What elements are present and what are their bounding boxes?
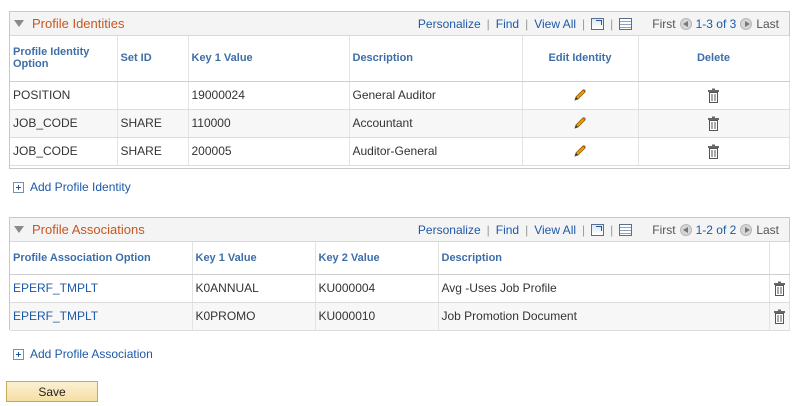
zoom-grid-icon[interactable] [591, 17, 605, 30]
profile-identities-grid: Profile Identities Personalize | Find | … [9, 11, 790, 169]
table-row: JOB_CODE SHARE 110000 Accountant [10, 109, 790, 138]
col-header: Edit Identity [522, 36, 639, 82]
col-header: Key 1 Value [188, 36, 350, 82]
col-header: Set ID [117, 36, 189, 82]
table-row: EPERF_TMPLT K0ANNUAL KU000004 Avg -Uses … [10, 274, 790, 303]
last-label: Last [756, 222, 779, 237]
cell-setid [117, 81, 189, 110]
profile-associations-header: Profile Associations Personalize | Find … [10, 218, 789, 242]
grid-title: Profile Associations [32, 222, 145, 237]
cell-description: Auditor-General [349, 137, 523, 166]
grid-title: Profile Identities [32, 16, 125, 31]
delete-trash-icon[interactable] [773, 281, 786, 296]
grid-toolbar: Personalize | Find | View All | | First … [417, 16, 779, 31]
first-label: First [652, 222, 676, 237]
table-row: JOB_CODE SHARE 200005 Auditor-General [10, 137, 790, 166]
edit-pencil-icon[interactable] [573, 88, 587, 102]
next-row-icon[interactable] [740, 223, 753, 236]
row-range: 1-2 of 2 [695, 222, 737, 237]
find-link[interactable]: Find [496, 17, 519, 31]
collapse-triangle-icon[interactable] [14, 20, 24, 27]
save-button[interactable]: Save [6, 381, 98, 402]
personalize-link[interactable]: Personalize [418, 223, 481, 237]
col-header: Profile Association Option [10, 242, 193, 275]
delete-trash-icon[interactable] [707, 88, 720, 103]
delete-trash-icon[interactable] [773, 309, 786, 324]
download-spreadsheet-icon[interactable] [619, 17, 633, 30]
cell-option-link[interactable]: EPERF_TMPLT [10, 274, 193, 303]
cell-setid: SHARE [117, 109, 189, 138]
delete-trash-icon[interactable] [707, 144, 720, 159]
download-spreadsheet-icon[interactable] [619, 223, 633, 236]
add-plus-icon [13, 181, 24, 193]
col-header: Profile Identity Option [10, 36, 118, 82]
row-range: 1-3 of 3 [695, 16, 737, 31]
add-label: Add Profile Association [30, 347, 153, 361]
add-plus-icon [13, 348, 24, 360]
cell-setid: SHARE [117, 137, 189, 166]
cell-key1: K0ANNUAL [192, 274, 316, 303]
edit-pencil-icon[interactable] [573, 116, 587, 130]
cell-key1: 110000 [188, 109, 350, 138]
find-link[interactable]: Find [496, 223, 519, 237]
previous-row-icon[interactable] [679, 223, 692, 236]
cell-description: Avg -Uses Job Profile [438, 274, 770, 303]
table-row: POSITION 19000024 General Auditor [10, 81, 790, 110]
cell-option: POSITION [10, 81, 118, 110]
cell-description: General Auditor [349, 81, 523, 110]
delete-trash-icon[interactable] [707, 116, 720, 131]
view-all-link[interactable]: View All [534, 223, 576, 237]
zoom-grid-icon[interactable] [591, 223, 605, 236]
cell-key1: K0PROMO [192, 302, 316, 331]
col-header: Key 2 Value [315, 242, 439, 275]
previous-row-icon[interactable] [679, 17, 692, 30]
profile-identities-table: Profile Identity Option Set ID Key 1 Val… [10, 36, 790, 166]
cell-description: Accountant [349, 109, 523, 138]
col-header: Delete [638, 36, 790, 82]
cell-key2: KU000004 [315, 274, 439, 303]
last-label: Last [756, 16, 779, 31]
personalize-link[interactable]: Personalize [418, 17, 481, 31]
col-header: Key 1 Value [192, 242, 316, 275]
col-header: Description [438, 242, 770, 275]
first-label: First [652, 16, 676, 31]
view-all-link[interactable]: View All [534, 17, 576, 31]
edit-pencil-icon[interactable] [573, 144, 587, 158]
add-profile-identity-link[interactable]: Add Profile Identity [13, 180, 131, 194]
cell-description: Job Promotion Document [438, 302, 770, 331]
profile-identities-header: Profile Identities Personalize | Find | … [10, 12, 789, 36]
next-row-icon[interactable] [740, 17, 753, 30]
cell-option-link[interactable]: EPERF_TMPLT [10, 302, 193, 331]
add-label: Add Profile Identity [30, 180, 131, 194]
profile-associations-grid: Profile Associations Personalize | Find … [9, 217, 790, 331]
cell-option: JOB_CODE [10, 109, 118, 138]
cell-key1: 200005 [188, 137, 350, 166]
profile-associations-table: Profile Association Option Key 1 Value K… [10, 242, 790, 331]
add-profile-association-link[interactable]: Add Profile Association [13, 347, 153, 361]
cell-key1: 19000024 [188, 81, 350, 110]
grid-toolbar: Personalize | Find | View All | | First … [417, 222, 779, 237]
cell-option: JOB_CODE [10, 137, 118, 166]
col-header: Description [349, 36, 523, 82]
cell-key2: KU000010 [315, 302, 439, 331]
collapse-triangle-icon[interactable] [14, 226, 24, 233]
table-row: EPERF_TMPLT K0PROMO KU000010 Job Promoti… [10, 302, 790, 331]
